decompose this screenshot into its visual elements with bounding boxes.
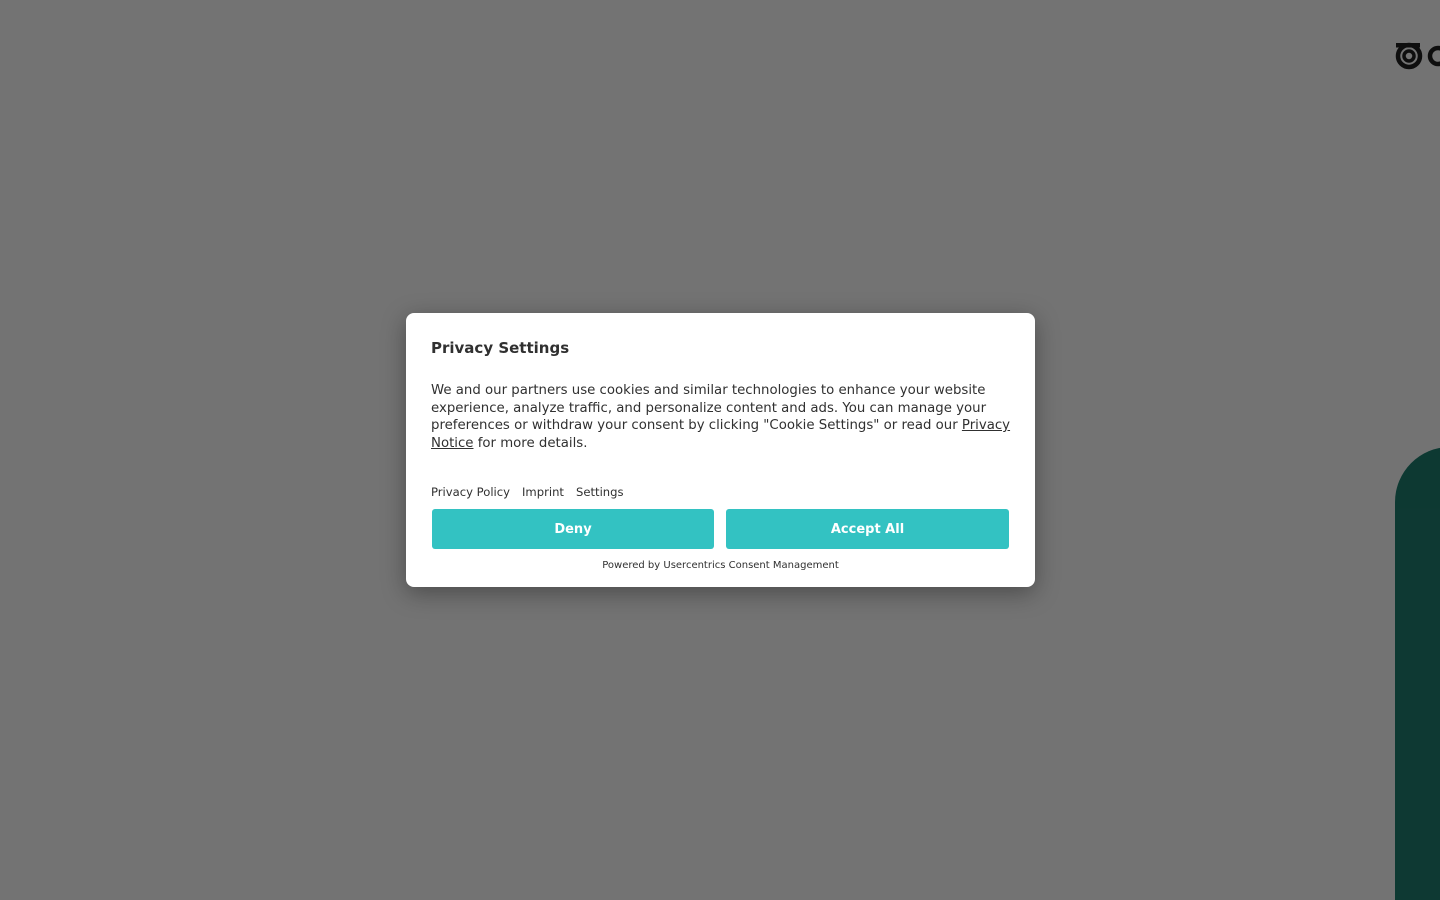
description-text-start: We and our partners use cookies and simi… — [431, 383, 987, 434]
description-text-end: for more details. — [473, 435, 588, 451]
dialog-title: Privacy Settings — [431, 339, 570, 357]
dialog-description: We and our partners use cookies and simi… — [431, 382, 1016, 452]
settings-link[interactable]: Settings — [576, 485, 624, 499]
deny-button[interactable]: Deny — [432, 509, 714, 549]
page: Privacy Settings We and our partners use… — [0, 0, 1440, 900]
accept-all-button[interactable]: Accept All — [726, 509, 1009, 549]
dialog-links: Privacy Policy Imprint Settings — [431, 485, 1010, 499]
privacy-dialog: Privacy Settings We and our partners use… — [406, 313, 1035, 587]
imprint-link[interactable]: Imprint — [522, 485, 564, 499]
powered-by-text: Powered by Usercentrics Consent Manageme… — [602, 560, 839, 571]
privacy-policy-link[interactable]: Privacy Policy — [431, 485, 510, 499]
dialog-buttons: Deny Accept All — [432, 509, 1009, 549]
